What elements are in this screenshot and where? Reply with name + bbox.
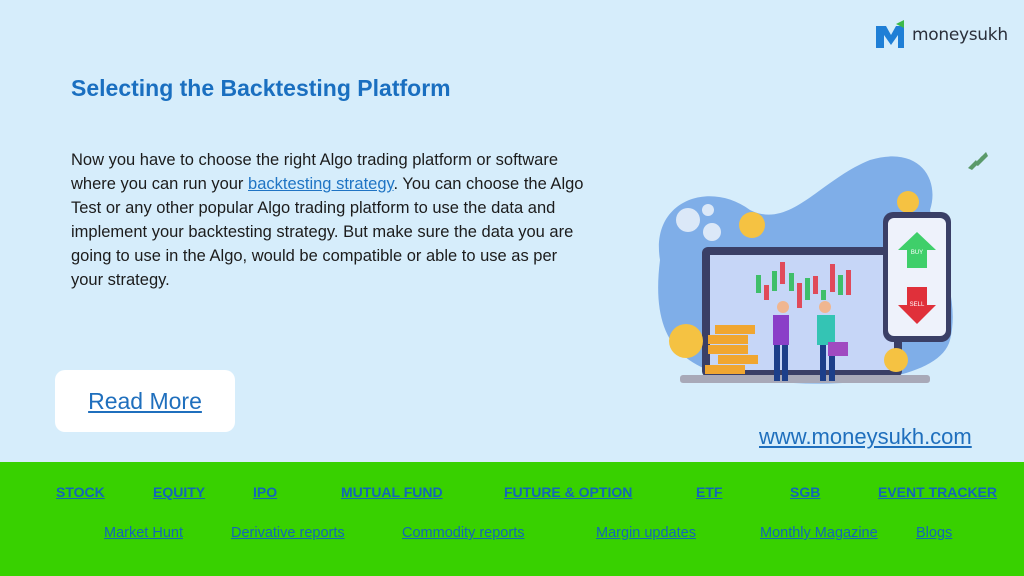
rupee-coin-icon	[897, 191, 919, 213]
nav-mutual-fund[interactable]: MUTUAL FUND	[341, 484, 443, 500]
nav-sgb[interactable]: SGB	[790, 484, 820, 500]
hero-illustration: BUY SELL	[640, 140, 1010, 400]
nav-market-hunt[interactable]: Market Hunt	[104, 525, 183, 541]
nav-event-tracker[interactable]: EVENT TRACKER	[878, 484, 997, 500]
read-more-button[interactable]: Read More	[55, 370, 235, 432]
nav-monthly-magazine[interactable]: Monthly Magazine	[760, 525, 878, 541]
svg-text:SELL: SELL	[910, 302, 925, 308]
nav-etf[interactable]: ETF	[696, 484, 722, 500]
nav-blogs[interactable]: Blogs	[916, 525, 952, 541]
footer-nav: STOCK EQUITY IPO MUTUAL FUND FUTURE & OP…	[0, 462, 1024, 576]
page-title: Selecting the Backtesting Platform	[71, 75, 451, 101]
nav-ipo[interactable]: IPO	[253, 484, 277, 500]
rupee-coin-icon	[739, 212, 765, 238]
read-more-link[interactable]: Read More	[88, 388, 202, 415]
site-url-link[interactable]: www.moneysukh.com	[759, 424, 972, 450]
body-paragraph: Now you have to choose the right Algo tr…	[71, 148, 591, 292]
laptop-base	[680, 375, 930, 383]
nav-future-option[interactable]: FUTURE & OPTION	[504, 484, 632, 500]
brand-logo[interactable]: moneysukh	[874, 18, 1008, 52]
nav-derivative-reports[interactable]: Derivative reports	[231, 525, 345, 541]
nav-margin-updates[interactable]: Margin updates	[596, 525, 696, 541]
nav-stock[interactable]: STOCK	[56, 484, 105, 500]
m-logo-arrow-icon	[874, 18, 908, 52]
rupee-coin-icon	[884, 348, 908, 372]
backtesting-strategy-link[interactable]: backtesting strategy	[248, 175, 394, 193]
nav-equity[interactable]: EQUITY	[153, 484, 205, 500]
svg-text:BUY: BUY	[911, 250, 923, 256]
rupee-coin-icon	[669, 324, 703, 358]
nav-commodity-reports[interactable]: Commodity reports	[402, 525, 524, 541]
brand-name: moneysukh	[912, 25, 1008, 45]
